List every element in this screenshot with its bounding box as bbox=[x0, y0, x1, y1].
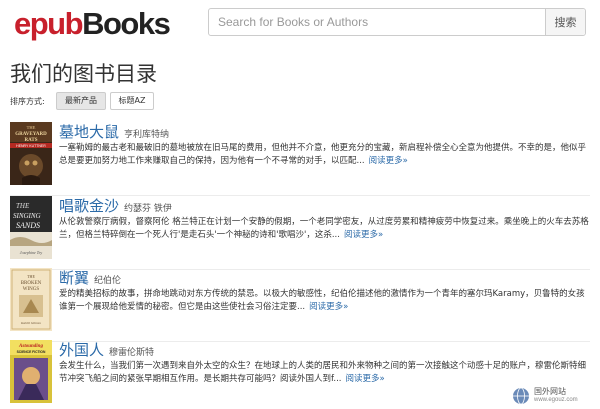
sort-label: 排序方式: bbox=[10, 97, 45, 106]
search-button[interactable]: 搜索 bbox=[545, 9, 585, 35]
sort-title-az-button[interactable]: 标题AZ bbox=[110, 92, 154, 110]
book-cover[interactable]: THE BROKEN WINGS Kahlil Gibran bbox=[10, 268, 52, 331]
book-author[interactable]: 亨利库特纳 bbox=[124, 130, 169, 140]
book-description: 会发生什么，当我们第一次遇到来自外太空的众生？在地球上的人类的居民和外来物种之间… bbox=[59, 360, 589, 385]
site-header: epubBooks 搜索 bbox=[0, 0, 600, 48]
book-description: 爱的精美招标的故事，拼命地跳动对东方传统的禁忌。以极大的敏感性，纪伯伦描述他的激… bbox=[59, 288, 589, 313]
book-description-text: 从伦敦警察厅病假，督察阿伦 格兰特正在计划一个安静的假期，一个老同学密友，从过度… bbox=[59, 217, 589, 240]
page-title: 我们的图书目录 bbox=[10, 62, 157, 86]
search-form: 搜索 bbox=[208, 8, 586, 36]
book-title[interactable]: 外国人 bbox=[59, 341, 104, 359]
read-more-link[interactable]: 阅读更多» bbox=[344, 230, 383, 240]
book-item: Astounding SCIENCE FICTION 外国人 穆雷伦斯特 会发生什… bbox=[10, 340, 590, 404]
logo-books: Books bbox=[82, 6, 171, 41]
watermark-url: www.egouz.com bbox=[534, 397, 578, 403]
cover-text: GRAVEYARD bbox=[15, 132, 47, 137]
book-description: 从伦敦警察厅病假，督察阿伦 格兰特正在计划一个安静的假期，一个老同学密友，从过度… bbox=[59, 216, 589, 241]
read-more-link[interactable]: 阅读更多» bbox=[369, 156, 408, 166]
book-cover[interactable]: THE GRAVEYARD RATS HENRY KUTTNER bbox=[10, 122, 52, 185]
book-cover[interactable]: THE SINGING SANDS Josephine Tey bbox=[10, 196, 52, 259]
book-description: 一塞勒姆的最古老和最破旧的墓地被放在旧马尾的费用，但他并不介意，他更充分的宝藏，… bbox=[59, 142, 589, 167]
book-item: THE SINGING SANDS Josephine Tey 唱歌金沙 约瑟芬 … bbox=[10, 196, 590, 270]
epubbooks-logo[interactable]: epubBooks bbox=[14, 6, 171, 42]
book-item: THE BROKEN WINGS Kahlil Gibran 断翼 纪伯伦 爱的精… bbox=[10, 268, 590, 342]
cover-text: Kahlil Gibran bbox=[20, 321, 41, 325]
book-description-text: 一塞勒姆的最古老和最破旧的墓地被放在旧马尾的费用，但他并不介意，他更充分的宝藏，… bbox=[59, 143, 587, 166]
cover-text: BROKEN bbox=[21, 281, 42, 286]
cover-text: Astounding bbox=[18, 344, 43, 349]
cover-text: RATS bbox=[25, 138, 38, 143]
book-item: THE GRAVEYARD RATS HENRY KUTTNER 墓地大鼠 亨利库… bbox=[10, 122, 590, 196]
cover-text: Josephine Tey bbox=[20, 250, 43, 255]
book-title[interactable]: 唱歌金沙 bbox=[59, 197, 119, 215]
cover-text: HENRY KUTTNER bbox=[16, 144, 46, 148]
book-author[interactable]: 纪伯伦 bbox=[94, 276, 121, 286]
book-author[interactable]: 穆雷伦斯特 bbox=[109, 348, 154, 358]
watermark: 国外网站 www.egouz.com bbox=[512, 386, 590, 406]
cover-text: SCIENCE FICTION bbox=[17, 350, 46, 354]
read-more-link[interactable]: 阅读更多» bbox=[309, 302, 348, 312]
cover-text: SINGING bbox=[13, 212, 41, 220]
search-input[interactable] bbox=[209, 9, 544, 35]
cover-text: SANDS bbox=[16, 221, 40, 230]
logo-epub: epub bbox=[14, 6, 84, 41]
book-description-text: 会发生什么，当我们第一次遇到来自外太空的众生？在地球上的人类的居民和外来物种之间… bbox=[59, 361, 587, 384]
book-cover[interactable]: Astounding SCIENCE FICTION bbox=[10, 340, 52, 403]
cover-text: THE bbox=[27, 274, 35, 279]
book-title[interactable]: 断翼 bbox=[59, 269, 89, 287]
cover-text: THE bbox=[27, 125, 36, 130]
cover-text: THE bbox=[16, 202, 30, 210]
cover-text: WINGS bbox=[23, 287, 40, 292]
book-title[interactable]: 墓地大鼠 bbox=[59, 123, 119, 141]
book-author[interactable]: 约瑟芬 铁伊 bbox=[124, 204, 172, 214]
sort-newest-button[interactable]: 最新产品 bbox=[56, 92, 106, 110]
globe-icon bbox=[513, 387, 529, 405]
watermark-name: 国外网站 bbox=[534, 387, 566, 396]
read-more-link[interactable]: 阅读更多» bbox=[345, 374, 384, 384]
